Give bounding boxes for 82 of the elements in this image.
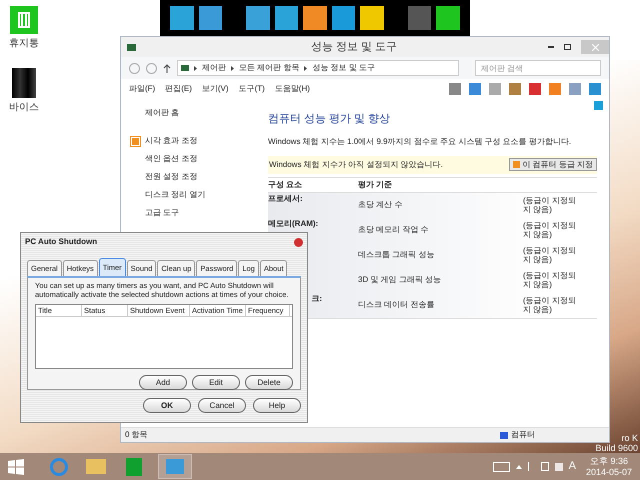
item-count: 0 항목 — [125, 429, 148, 441]
notice-text: Windows 체험 지수가 아직 설정되지 않았습니다. — [269, 158, 443, 170]
menu-item[interactable]: 파일(F) — [129, 83, 156, 95]
criterion-text: 3D 및 게임 그래픽 성능 — [358, 274, 442, 286]
criterion-text: 초당 계산 수 — [358, 199, 404, 211]
browser-icon[interactable] — [50, 458, 68, 476]
breadcrumb-separator-icon — [231, 66, 234, 70]
folder-icon — [181, 65, 189, 71]
app-tile-icon[interactable] — [198, 6, 222, 30]
list-action-button[interactable]: Edit — [192, 375, 240, 390]
column-header: 구성 요소 — [268, 178, 304, 190]
criterion-text: 데스크톱 그래픽 성능 — [358, 249, 436, 261]
section-heading: 컴퓨터 성능 평가 및 향상 — [268, 112, 392, 127]
window-title: 성능 정보 및 도구 — [311, 40, 398, 55]
watermark-text: Build 9600 — [595, 443, 638, 453]
menu-item[interactable]: 도움말(H) — [274, 83, 310, 95]
breadcrumb-item[interactable]: 성능 정보 및 도구 — [312, 62, 376, 74]
window-tile-icon — [513, 161, 520, 168]
desktop-icon-label[interactable]: 휴지통 — [9, 36, 39, 51]
app-tile-icon[interactable] — [332, 6, 356, 30]
taskbar-app-button[interactable] — [158, 454, 192, 479]
list-action-button[interactable]: Add — [139, 375, 187, 390]
app-tile-icon[interactable] — [436, 6, 460, 30]
app-tile-icon[interactable] — [303, 6, 327, 30]
menu-item[interactable]: 도구(T) — [238, 83, 265, 95]
component-label: 크: — [311, 294, 322, 302]
sidebar-link[interactable]: 디스크 정리 열기 — [145, 189, 206, 201]
breadcrumb-item[interactable]: 모든 제어판 항목 — [239, 62, 300, 74]
description-text: Windows 체험 지수는 1.0에서 9.9까지의 점수로 주요 시스템 구성 요소를 평가합니다. — [268, 136, 572, 148]
close-button[interactable] — [294, 238, 303, 246]
breadcrumb-item[interactable]: 제어판 — [202, 62, 226, 74]
search-field[interactable]: 제어판 검색 — [475, 60, 601, 76]
watermark-text: ro K — [621, 433, 638, 443]
criterion-text: 디스크 데이터 전송률 — [358, 299, 436, 311]
app-tile-icon[interactable] — [408, 6, 432, 30]
network-icon[interactable] — [540, 462, 549, 471]
app-tile-icon[interactable] — [170, 6, 194, 30]
list-action-button[interactable]: Delete — [245, 375, 293, 390]
sidebar-link[interactable]: 시각 효과 조정 — [145, 135, 198, 147]
app-tile-icon[interactable] — [360, 6, 384, 30]
dialog-button[interactable]: Help — [253, 398, 301, 413]
column-header: 평가 기준 — [358, 178, 392, 190]
window-tile-icon — [131, 136, 140, 146]
sidebar-link[interactable]: 색인 옵션 조정 — [145, 153, 198, 165]
breadcrumb-separator-icon — [194, 66, 197, 70]
dialog-button[interactable]: Cancel — [198, 398, 246, 413]
rate-computer-button[interactable]: 이 컴퓨터 등급 지정 — [509, 158, 597, 171]
address-bar[interactable]: 제어판 모든 제어판 항목 성능 정보 및 도구 — [177, 60, 459, 76]
up-arrow-icon[interactable] — [163, 64, 171, 72]
window-app-icon — [127, 44, 136, 50]
app-tile-icon[interactable] — [274, 6, 298, 30]
recycle-bin-icon — [10, 6, 38, 34]
sidebar-link[interactable]: 고급 도구 — [145, 207, 180, 219]
score-text: (등급이 지정되 지 않음) — [523, 246, 576, 264]
computer-icon — [500, 432, 508, 438]
dialog-title: PC Auto Shutdown — [25, 236, 98, 248]
windows-logo-icon[interactable] — [8, 458, 24, 474]
component-label: 메모리(RAM): — [268, 218, 318, 228]
score-text: (등급이 지정되 지 않음) — [523, 221, 576, 239]
breadcrumb-separator-icon — [304, 66, 308, 70]
menu-item[interactable]: 편집(E) — [165, 83, 192, 95]
speaker-icon[interactable] — [554, 462, 563, 470]
chevron-up-icon[interactable] — [516, 464, 522, 468]
back-icon[interactable] — [129, 62, 140, 74]
app-tile-icon[interactable] — [246, 6, 270, 30]
dialog-button[interactable]: OK — [143, 398, 191, 413]
desktop-icon-label[interactable]: 바이스 — [9, 100, 39, 115]
keyboard-icon[interactable] — [492, 462, 510, 472]
score-text: (등급이 지정되 지 않음) — [523, 271, 576, 289]
device-icon — [12, 68, 36, 98]
location-text: 컴퓨터 — [511, 429, 535, 441]
close-icon — [592, 44, 598, 50]
forward-icon[interactable] — [146, 62, 157, 74]
criterion-text: 초당 메모리 작업 수 — [358, 224, 430, 236]
sidebar-link[interactable]: 전원 설정 조정 — [145, 171, 198, 183]
score-text: (등급이 지정되 지 않음) — [523, 196, 576, 214]
component-label: 프로세서: — [268, 194, 303, 202]
maximize-icon[interactable] — [564, 44, 571, 50]
score-text: (등급이 지정되 지 않음) — [523, 296, 576, 314]
sidebar-home-link[interactable]: 제어판 홈 — [131, 107, 256, 119]
app-tile-icon — [166, 459, 184, 474]
menu-item[interactable]: 보기(V) — [202, 83, 229, 95]
